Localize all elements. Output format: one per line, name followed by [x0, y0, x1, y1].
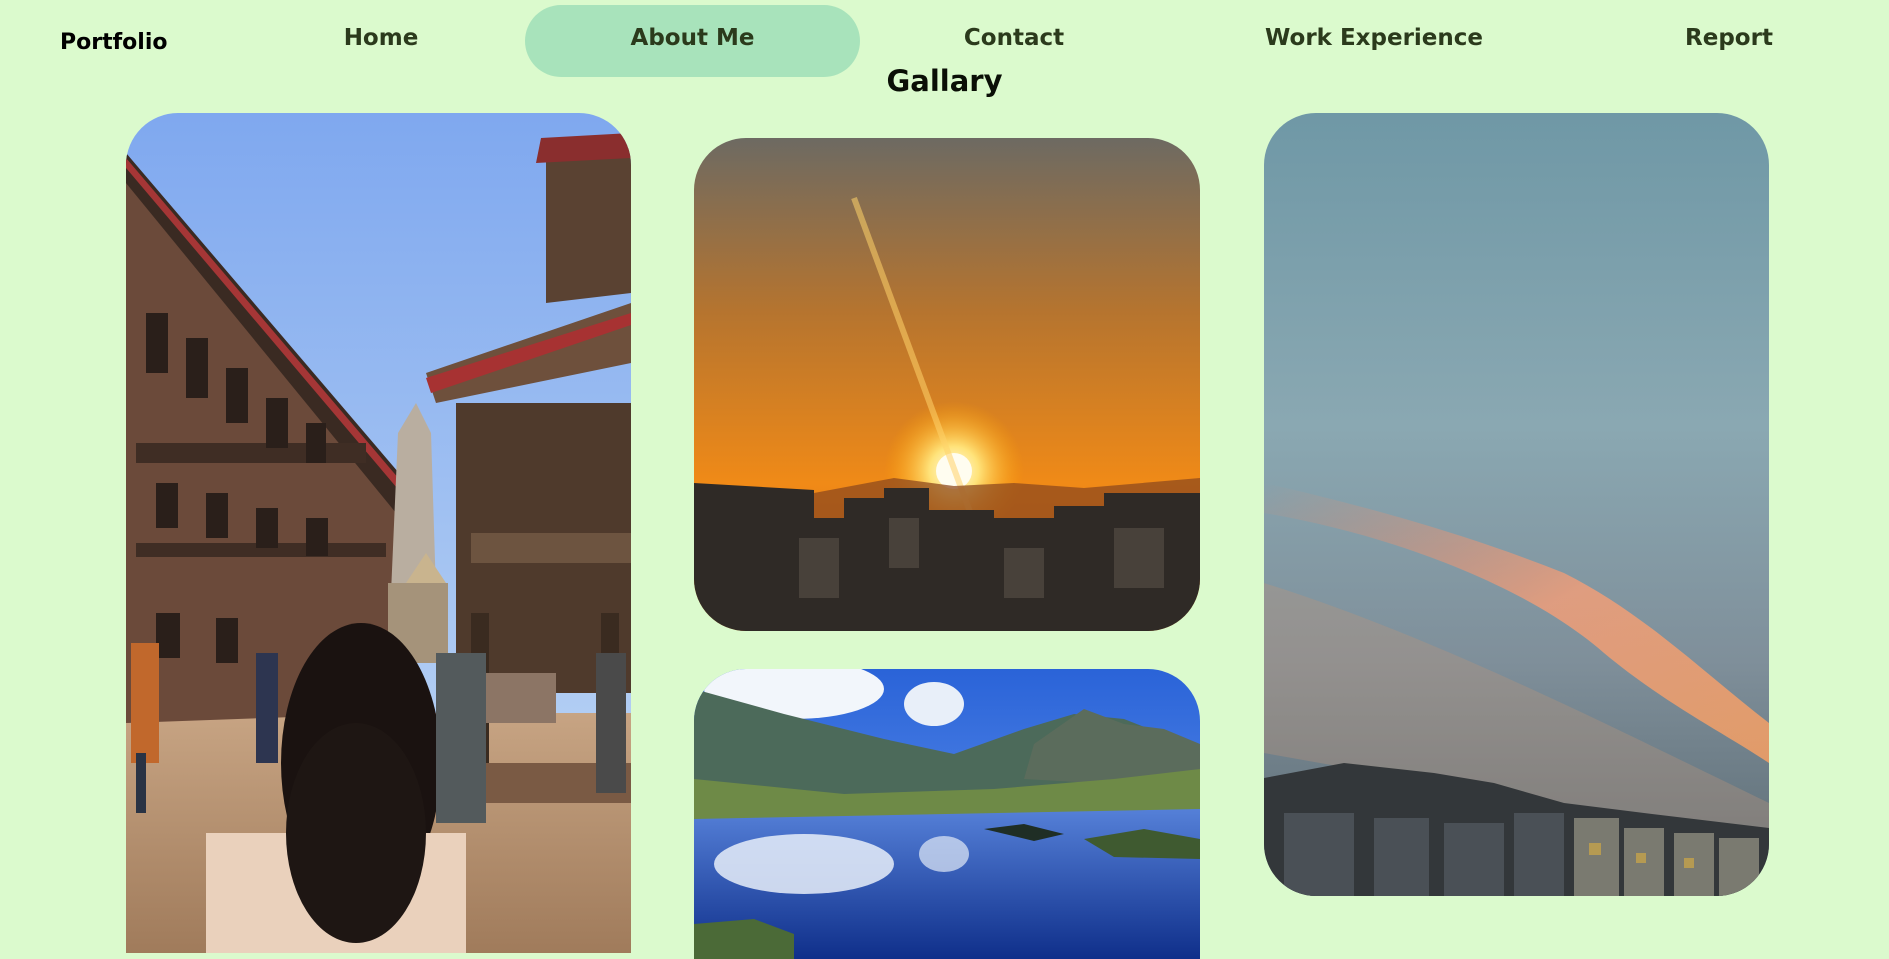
lake-photo-image	[694, 669, 1200, 959]
gallery-photo-temple[interactable]	[126, 113, 631, 953]
gallery-photo-lake[interactable]	[694, 669, 1200, 959]
temple-photo-image	[126, 113, 631, 953]
sky-photo-image	[1264, 113, 1769, 896]
gallery-title: Gallary	[886, 64, 1003, 98]
gallery-photo-sky[interactable]	[1264, 113, 1769, 896]
sunset-photo-image	[694, 138, 1200, 631]
brand-logo[interactable]: Portfolio	[60, 30, 168, 55]
gallery-photo-sunset[interactable]	[694, 138, 1200, 631]
